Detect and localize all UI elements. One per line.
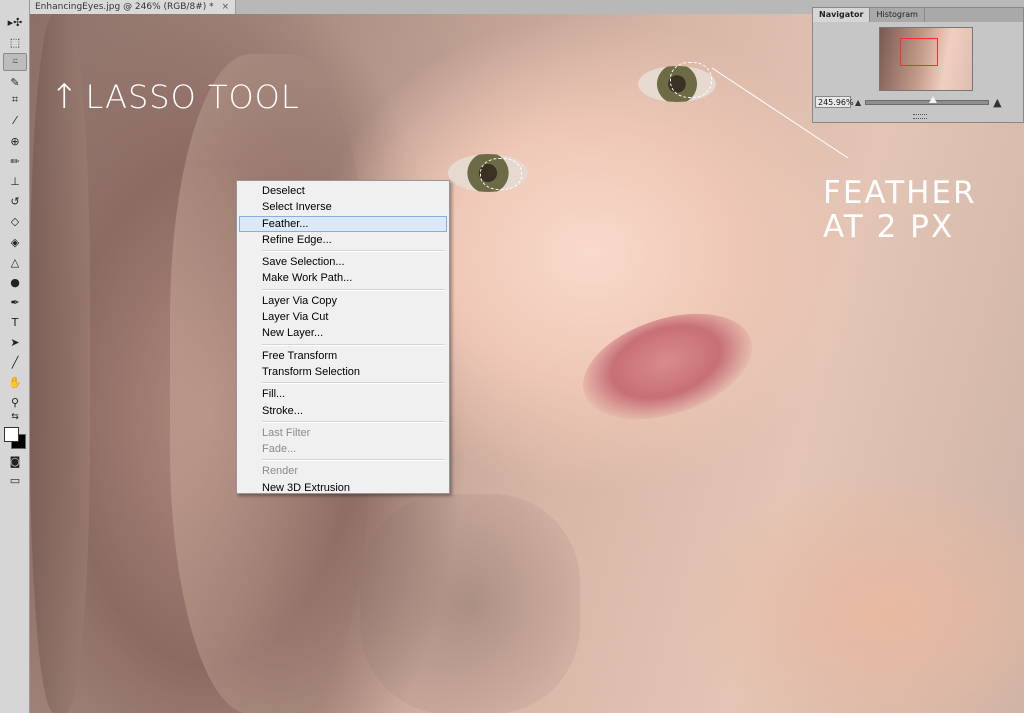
line-tool-icon[interactable]: ╱ [3, 353, 27, 371]
move-tool-icon[interactable]: ▸✣ [3, 13, 27, 31]
menu-separator [262, 343, 445, 346]
menu-item-select-inverse[interactable]: Select Inverse [239, 199, 447, 215]
quick-mask-icon[interactable]: ◙ [3, 452, 27, 470]
quick-selection-tool-icon[interactable]: ✎ [3, 73, 27, 91]
panel-resize-grip[interactable] [913, 114, 927, 119]
menu-item-feather[interactable]: Feather... [239, 215, 447, 232]
lasso-selection [670, 62, 712, 98]
tab-histogram[interactable]: Histogram [870, 8, 925, 22]
document-tab[interactable]: EnhancingEyes.jpg @ 246% (RGB/8#) * × [30, 0, 237, 14]
menu-separator [262, 250, 445, 253]
foreground-color-swatch[interactable] [4, 427, 19, 442]
menu-item-fill[interactable]: Fill... [239, 386, 447, 402]
path-selection-tool-icon[interactable]: ➤ [3, 333, 27, 351]
healing-brush-tool-icon[interactable]: ⊕ [3, 132, 27, 150]
navigator-view-box[interactable] [900, 38, 938, 66]
menu-item-new-3d-extrusion[interactable]: New 3D Extrusion [239, 480, 447, 496]
screen-mode-icon[interactable]: ▭ [3, 471, 27, 489]
navigator-thumbnail[interactable] [879, 27, 973, 91]
clone-stamp-tool-icon[interactable]: ⊥ [3, 172, 27, 190]
brush-tool-icon[interactable]: ✏ [3, 152, 27, 170]
context-menu: Deselect Select Inverse Feather... Refine E… [236, 180, 450, 494]
menu-item-save-selection[interactable]: Save Selection... [239, 254, 447, 270]
hair-region [30, 14, 90, 713]
menu-item-fade: Fade... [262, 443, 297, 456]
navigator-tabs: Navigator Histogram [813, 8, 1023, 22]
marquee-tool-icon[interactable]: ⬚ [3, 33, 27, 51]
eyedropper-tool-icon[interactable]: ⁄ [3, 111, 27, 129]
blur-tool-icon[interactable]: △ [3, 253, 27, 271]
document-tab-title: EnhancingEyes.jpg @ 246% (RGB/8#) * [35, 2, 214, 12]
menu-separator [262, 382, 445, 385]
hand-tool-icon[interactable]: ✋ [3, 373, 27, 391]
eraser-tool-icon[interactable]: ◇ [3, 212, 27, 230]
paint-bucket-tool-icon[interactable]: ◈ [3, 233, 27, 251]
navigator-zoom-bar: 245.96% ▲ ▲ [813, 94, 1023, 110]
menu-item-render: Render [262, 465, 299, 478]
tab-navigator[interactable]: Navigator [813, 8, 871, 22]
feather-annotation: FEATHER AT 2 PX [823, 176, 977, 244]
menu-item-layer-via-cut[interactable]: Layer Via Cut [239, 309, 447, 325]
hair-region [360, 494, 580, 713]
feather-annotation-line1: FEATHER [823, 175, 977, 211]
lasso-tool-annotation: ↑ LASSO TOOL [50, 78, 300, 116]
close-icon[interactable]: × [222, 0, 230, 14]
menu-item-free-transform[interactable]: Free Transform [239, 348, 447, 364]
zoom-out-icon[interactable]: ▲ [855, 98, 861, 107]
zoom-value-field[interactable]: 245.96% [815, 96, 854, 108]
menu-item-last-filter: Last Filter [262, 426, 311, 439]
zoom-slider-handle[interactable] [929, 95, 938, 103]
history-brush-tool-icon[interactable]: ↺ [3, 192, 27, 210]
tools-panel: ▸✣ ⬚ ⍨ ✎ ⌗ ⁄ ⊕ ✏ ⊥ ↺ ◇ ◈ △ ● ✒ T ➤ ╱ ✋ ⚲ ⇆ ◙ ▭ [0, 0, 30, 713]
menu-item-layer-via-copy[interactable]: Layer Via Copy [239, 293, 447, 309]
menu-separator [262, 288, 445, 291]
menu-item-refine-edge[interactable]: Refine Edge... [239, 232, 447, 248]
menu-item-make-work-path[interactable]: Make Work Path... [239, 270, 447, 286]
zoom-in-icon[interactable]: ▲ [993, 96, 1001, 109]
type-tool-icon[interactable]: T [3, 313, 27, 331]
lasso-tool-label: LASSO TOOL [85, 78, 300, 116]
pen-tool-icon[interactable]: ✒ [3, 293, 27, 311]
menu-item-stroke[interactable]: Stroke... [239, 403, 447, 419]
zoom-tool-icon[interactable]: ⚲ [3, 393, 27, 411]
menu-item-new-layer[interactable]: New Layer... [239, 325, 447, 341]
lasso-selection [480, 158, 522, 190]
feather-annotation-line2: AT 2 PX [823, 209, 955, 245]
menu-item-transform-selection[interactable]: Transform Selection [239, 364, 447, 380]
menu-separator [262, 459, 445, 462]
crop-tool-icon[interactable]: ⌗ [3, 91, 27, 109]
zoom-slider[interactable] [865, 95, 990, 105]
curved-arrow-icon: ↑ [50, 77, 80, 117]
menu-separator [262, 420, 445, 423]
lips [569, 294, 766, 439]
swap-colors-icon[interactable]: ⇆ [3, 411, 27, 423]
navigator-panel: Navigator Histogram 245.96% ▲ ▲ [812, 7, 1024, 123]
menu-item-deselect[interactable]: Deselect [239, 183, 447, 199]
dodge-tool-icon[interactable]: ● [3, 273, 27, 291]
lasso-tool-icon[interactable]: ⍨ [3, 53, 27, 71]
